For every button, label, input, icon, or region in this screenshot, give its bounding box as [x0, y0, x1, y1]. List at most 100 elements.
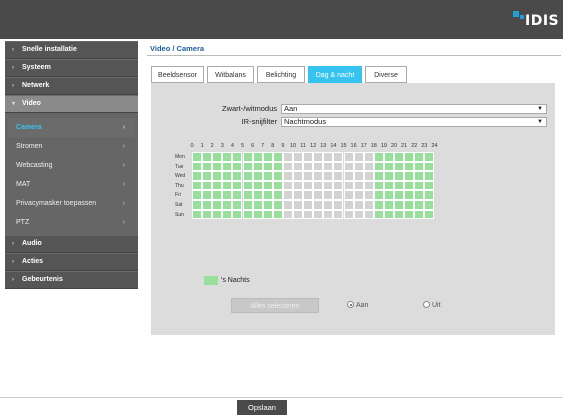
schedule-cell[interactable] — [242, 152, 253, 162]
schedule-cell[interactable] — [424, 152, 435, 162]
schedule-cell[interactable] — [394, 180, 405, 191]
schedule-cell[interactable] — [414, 190, 425, 200]
schedule-cell[interactable] — [383, 171, 394, 181]
schedule-cell[interactable] — [303, 171, 314, 181]
schedule-cell[interactable] — [212, 200, 223, 210]
radio-off[interactable]: Uit — [423, 301, 441, 309]
schedule-cell[interactable] — [303, 152, 314, 162]
schedule-cell[interactable] — [353, 152, 364, 162]
schedule-cell[interactable] — [373, 190, 384, 200]
schedule-cell[interactable] — [424, 180, 435, 191]
schedule-cell[interactable] — [293, 171, 304, 181]
schedule-cell[interactable] — [404, 209, 415, 220]
schedule-cell[interactable] — [373, 152, 384, 162]
schedule-cell[interactable] — [282, 209, 293, 220]
schedule-cell[interactable] — [262, 152, 273, 162]
schedule-cell[interactable] — [282, 180, 293, 191]
schedule-cell[interactable] — [383, 209, 394, 220]
schedule-cell[interactable] — [343, 190, 354, 200]
schedule-cell[interactable] — [272, 180, 283, 191]
schedule-cell[interactable] — [373, 180, 384, 191]
schedule-cell[interactable] — [192, 200, 203, 210]
schedule-cell[interactable] — [383, 200, 394, 210]
schedule-cell[interactable] — [323, 200, 334, 210]
schedule-cell[interactable] — [272, 161, 283, 172]
schedule-cell[interactable] — [232, 209, 243, 220]
schedule-cell[interactable] — [192, 171, 203, 181]
schedule-cell[interactable] — [252, 152, 263, 162]
schedule-cell[interactable] — [212, 209, 223, 220]
schedule-cell[interactable] — [232, 152, 243, 162]
schedule-cell[interactable] — [242, 180, 253, 191]
schedule-cell[interactable] — [293, 190, 304, 200]
schedule-cell[interactable] — [252, 200, 263, 210]
schedule-cell[interactable] — [242, 161, 253, 172]
schedule-cell[interactable] — [363, 180, 374, 191]
schedule-cell[interactable] — [262, 180, 273, 191]
schedule-cell[interactable] — [383, 161, 394, 172]
schedule-cell[interactable] — [293, 180, 304, 191]
schedule-cell[interactable] — [343, 152, 354, 162]
schedule-cell[interactable] — [404, 190, 415, 200]
schedule-cell[interactable] — [192, 152, 203, 162]
schedule-cell[interactable] — [232, 161, 243, 172]
tab-beeldsensor[interactable]: Beeldsensor — [151, 66, 204, 83]
schedule-cell[interactable] — [373, 171, 384, 181]
schedule-cell[interactable] — [303, 161, 314, 172]
schedule-cell[interactable] — [303, 190, 314, 200]
schedule-cell[interactable] — [353, 180, 364, 191]
sidebar-subitem-camera[interactable]: Video / Camera Camera › — [8, 118, 135, 137]
schedule-cell[interactable] — [242, 171, 253, 181]
schedule-cell[interactable] — [222, 200, 233, 210]
schedule-cell[interactable] — [272, 209, 283, 220]
schedule-cell[interactable] — [353, 161, 364, 172]
schedule-cell[interactable] — [252, 180, 263, 191]
schedule-cell[interactable] — [404, 171, 415, 181]
schedule-cell[interactable] — [404, 180, 415, 191]
schedule-cell[interactable] — [414, 180, 425, 191]
schedule-cell[interactable] — [303, 209, 314, 220]
schedule-cell[interactable] — [303, 200, 314, 210]
schedule-cell[interactable] — [363, 161, 374, 172]
schedule-cell[interactable] — [394, 200, 405, 210]
schedule-cell[interactable] — [404, 161, 415, 172]
schedule-cell[interactable] — [394, 209, 405, 220]
schedule-cell[interactable] — [363, 152, 374, 162]
sidebar-subitem-mat[interactable]: MAT › — [8, 175, 135, 194]
schedule-cell[interactable] — [212, 171, 223, 181]
schedule-cell[interactable] — [293, 209, 304, 220]
schedule-cell[interactable] — [212, 152, 223, 162]
sidebar-item-acties[interactable]: › Acties — [5, 253, 138, 271]
schedule-cell[interactable] — [333, 152, 344, 162]
tab-diverse[interactable]: Diverse — [365, 66, 407, 83]
sidebar-item-systeem[interactable]: › Systeem — [5, 59, 138, 77]
schedule-cell[interactable] — [222, 190, 233, 200]
schedule-cell[interactable] — [424, 161, 435, 172]
schedule-cell[interactable] — [333, 209, 344, 220]
tab-witbalans[interactable]: Witbalans — [207, 66, 254, 83]
schedule-cell[interactable] — [202, 209, 213, 220]
schedule-cell[interactable] — [262, 171, 273, 181]
schedule-cell[interactable] — [262, 200, 273, 210]
schedule-cell[interactable] — [293, 152, 304, 162]
schedule-cell[interactable] — [262, 190, 273, 200]
schedule-cell[interactable] — [414, 152, 425, 162]
schedule-cell[interactable] — [222, 209, 233, 220]
schedule-cell[interactable] — [373, 200, 384, 210]
schedule-cell[interactable] — [202, 200, 213, 210]
schedule-cell[interactable] — [272, 152, 283, 162]
schedule-cell[interactable] — [414, 200, 425, 210]
schedule-cell[interactable] — [394, 161, 405, 172]
schedule-cell[interactable] — [282, 190, 293, 200]
sidebar-item-netwerk[interactable]: › Netwerk — [5, 77, 138, 95]
schedule-cell[interactable] — [404, 200, 415, 210]
sidebar-item-snelle-installatie[interactable]: › Snelle installatie — [5, 41, 138, 59]
schedule-cell[interactable] — [313, 200, 324, 210]
schedule-cell[interactable] — [414, 161, 425, 172]
schedule-cell[interactable] — [373, 161, 384, 172]
schedule-cell[interactable] — [383, 180, 394, 191]
schedule-cell[interactable] — [353, 171, 364, 181]
schedule-cell[interactable] — [262, 161, 273, 172]
save-button[interactable]: Opslaan — [237, 400, 287, 415]
schedule-cell[interactable] — [414, 171, 425, 181]
